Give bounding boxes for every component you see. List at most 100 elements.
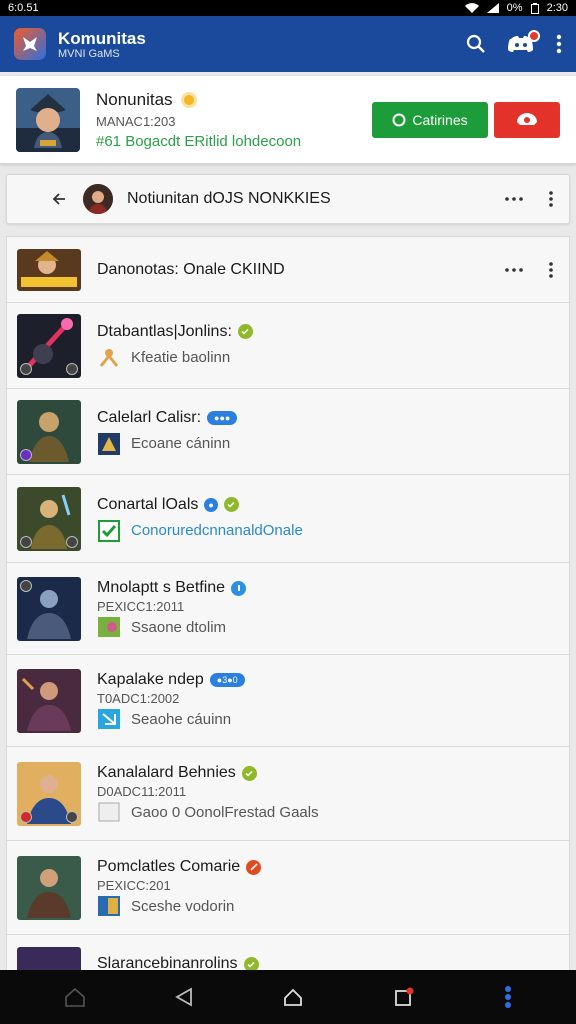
status-time-left: 6:0.51 xyxy=(8,2,39,14)
app-logo xyxy=(14,28,46,60)
secondary-action-button[interactable] xyxy=(494,101,560,138)
battery-icon xyxy=(530,2,539,14)
list-item[interactable]: Dtabantlas|Jonlins: Kfeatie baolinn xyxy=(7,303,569,389)
list-item[interactable]: Mnolaptt s Betfine PEXICC1:2011 Ssaone d… xyxy=(7,563,569,655)
recents-icon[interactable] xyxy=(393,986,415,1008)
discord-button[interactable] xyxy=(508,30,540,54)
item-thumbnail xyxy=(17,761,81,826)
item-title-text: Conartal lOals xyxy=(97,495,199,513)
warrior-art-icon xyxy=(17,668,81,733)
primary-action-button[interactable]: Catirines xyxy=(372,101,488,138)
more-vert-icon[interactable] xyxy=(549,191,553,207)
home-circle-icon[interactable] xyxy=(282,986,304,1008)
item-title-text: Dtabantlas|Jonlins: xyxy=(97,322,232,340)
item-subtitle: Ecoane cáninn xyxy=(97,432,559,455)
profile-name-text: Nonunitas xyxy=(96,89,173,109)
profile-card: Nonunitas MANAC1:203 #61 Bogacdt ERitlid… xyxy=(0,76,576,164)
game-banner-icon xyxy=(17,248,81,291)
profile-meta: MANAC1:203 xyxy=(96,113,176,129)
search-button[interactable] xyxy=(466,34,486,54)
item-subtitle: Seaohe cáuinn xyxy=(97,708,559,730)
chat-title: Notiunitan dOJS NONKKIES xyxy=(127,190,331,207)
community-list-panel: Danonotas: Onale CKIIND Dtabantlas|Jonli… xyxy=(6,236,570,976)
overflow-menu-button[interactable] xyxy=(556,34,562,54)
red-action-icon xyxy=(517,112,537,125)
item-subtitle-text: ConoruredcnnanaldOnale xyxy=(131,522,303,539)
item-subtitle-text: Ssaone dtolim xyxy=(131,618,227,636)
list-item[interactable]: Kanalalard Behnies D0ADC11:2011 Gaoo 0 O… xyxy=(7,747,569,841)
corner-badge-icon xyxy=(20,810,32,823)
corner-badge-icon xyxy=(20,362,32,375)
more-vert-icon[interactable] xyxy=(549,261,553,278)
corner-badge-icon xyxy=(66,535,78,548)
item-subtitle-text: Kfeatie baolinn xyxy=(131,349,231,366)
item-title: Dtabantlas|Jonlins: xyxy=(97,323,559,341)
more-horiz-icon[interactable] xyxy=(505,197,523,201)
item-title: Calelarl Calisr: ●●● xyxy=(97,409,559,427)
more-horiz-icon[interactable] xyxy=(505,267,523,272)
item-title-text: Calelarl Calisr: xyxy=(97,408,202,426)
item-title: Kanalalard Behnies xyxy=(97,764,559,782)
item-subtitle: Ssaone dtolim xyxy=(97,616,559,638)
menu-icon[interactable] xyxy=(504,985,512,1009)
item-subtitle-text: Gaoo 0 OonolFrestad Gaals xyxy=(131,803,319,821)
chat-avatar[interactable] xyxy=(83,184,113,214)
gold-badge-icon xyxy=(180,91,197,108)
status-pill: ● xyxy=(204,497,218,512)
item-thumbnail xyxy=(17,668,81,733)
item-subtitle-text: Seaohe cáuinn xyxy=(131,710,232,728)
profile-avatar[interactable] xyxy=(16,87,80,152)
item-title-text: Pomclatles Comarie xyxy=(97,858,241,875)
search-icon xyxy=(466,34,485,53)
item-title-text: Kapalake ndep xyxy=(97,671,204,688)
figure-icon xyxy=(97,347,121,369)
item-title: Pomclatles Comarie xyxy=(97,858,559,876)
list-header[interactable]: Danonotas: Onale CKIIND xyxy=(7,237,569,303)
fighter-art-icon xyxy=(17,855,81,920)
list-item[interactable]: Pomclatles Comarie PEXICC:201 Sceshe vod… xyxy=(7,841,569,935)
status-pill: ●●● xyxy=(207,410,238,425)
profile-link[interactable]: #61 Bogacdt ERitlid lohdecoon xyxy=(96,133,372,150)
game-tile-icon xyxy=(97,616,121,638)
item-subtitle: Gaoo 0 OonolFrestad Gaals xyxy=(97,801,559,823)
checkbox-checked-icon xyxy=(97,519,121,542)
item-title: Kapalake ndep ●3●0 xyxy=(97,671,559,689)
list-header-thumbnail xyxy=(17,248,81,291)
back-icon[interactable] xyxy=(175,987,193,1007)
primary-action-label: Catirines xyxy=(412,111,468,128)
avatar-portrait-icon xyxy=(83,184,113,214)
verified-check-icon xyxy=(237,324,253,339)
list-header-title: Danonotas: Onale CKIIND xyxy=(97,260,285,278)
app-bar: Komunitas MVNI GaMS xyxy=(0,16,576,72)
item-thumbnail xyxy=(17,576,81,641)
list-item[interactable]: Conartal lOals ● ConoruredcnnanaldOnale xyxy=(7,475,569,563)
status-bar: 6:0.51 0% 2:30 xyxy=(0,0,576,16)
item-date: T0ADC1:2002 xyxy=(97,691,180,706)
wifi-icon xyxy=(464,3,479,13)
corner-badge-icon xyxy=(20,579,32,592)
arrow-tile-icon xyxy=(97,708,121,730)
corner-badge-icon xyxy=(66,362,78,375)
item-subtitle: ConoruredcnnanaldOnale xyxy=(97,519,559,542)
corner-badge-icon xyxy=(20,448,32,461)
item-title-text: Kanalalard Behnies xyxy=(97,764,236,781)
list-item[interactable]: Calelarl Calisr: ●●● Ecoane cáninn xyxy=(7,389,569,475)
item-date: PEXICC1:2011 xyxy=(97,599,185,614)
app-logo-icon xyxy=(23,37,37,51)
check-circle-icon xyxy=(392,113,406,126)
item-date: D0ADC11:2011 xyxy=(97,784,187,799)
verified-check-icon xyxy=(241,765,257,781)
more-vert-icon xyxy=(556,34,562,54)
app-subtitle: MVNI GaMS xyxy=(58,47,120,60)
warrior-avatar-icon xyxy=(16,87,80,152)
blank-tile-icon xyxy=(97,801,121,823)
item-thumbnail xyxy=(17,855,81,920)
notification-dot xyxy=(528,30,540,42)
home-icon[interactable] xyxy=(64,986,86,1008)
item-title: Conartal lOals ● xyxy=(97,496,559,514)
item-thumbnail xyxy=(17,399,81,464)
back-arrow-icon[interactable] xyxy=(51,191,67,207)
item-subtitle: Kfeatie baolinn xyxy=(97,347,559,369)
list-item[interactable]: Kapalake ndep ●3●0 T0ADC1:2002 Seaohe cá… xyxy=(7,655,569,747)
item-thumbnail xyxy=(17,486,81,551)
